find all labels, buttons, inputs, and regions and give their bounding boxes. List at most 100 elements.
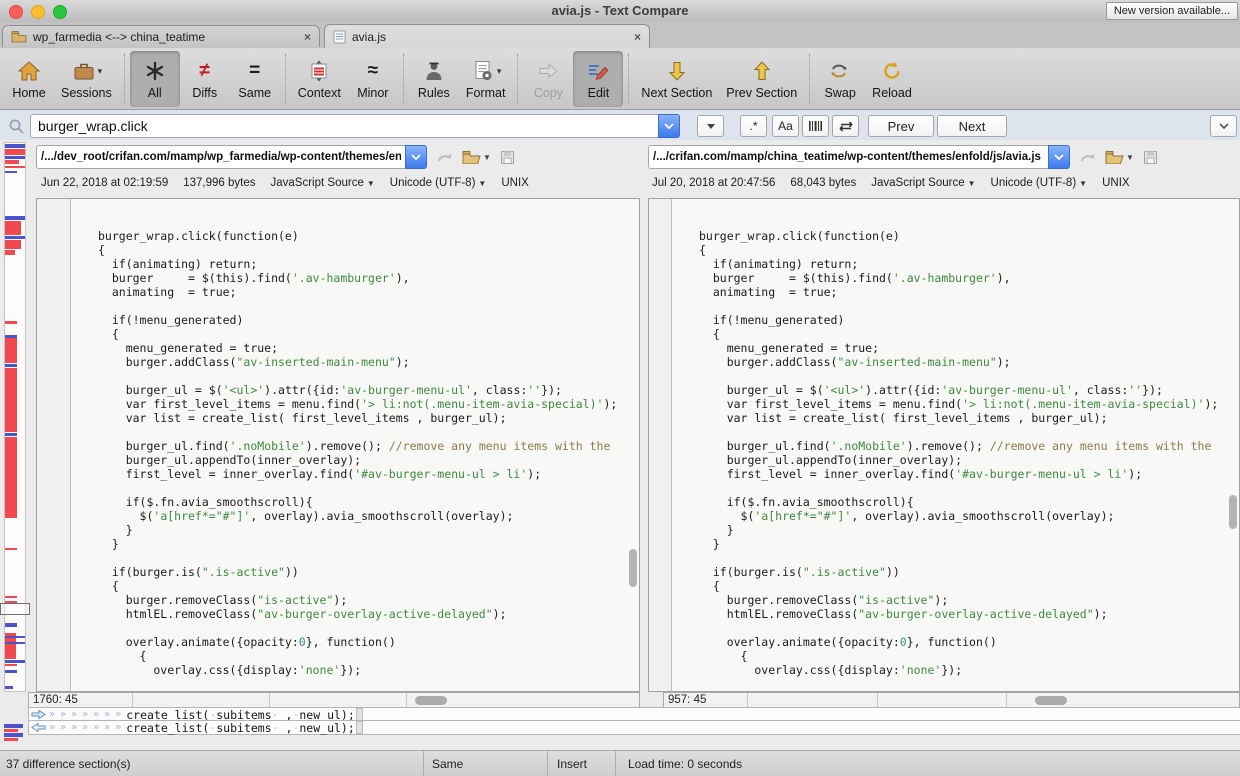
toolbar-separator [403,54,404,104]
left-path-dropdown[interactable] [405,145,427,169]
search-bar: .* Aa Prev Next [0,110,1240,143]
toolbar-button-minor[interactable]: ≈Minor [348,51,398,107]
scrollbar-thumb[interactable] [1035,696,1067,705]
right-code-pane[interactable]: burger_wrap.click(function(e){ if(animat… [648,198,1240,692]
left-file-controls: ▼ [36,145,515,169]
update-available-button[interactable]: New version available... [1106,2,1238,20]
toolbar-button-all[interactable]: All [130,51,180,107]
left-code-pane[interactable]: burger_wrap.click(function(e){ if(animat… [36,198,640,692]
toolbar-label: Swap [825,86,856,100]
search-panel-collapse-button[interactable] [1210,115,1237,137]
left-open-folder-button[interactable]: ▼ [462,150,491,164]
toolbar-button-sessions[interactable]: ▾Sessions [54,51,119,107]
diff-stripe-red [5,437,17,518]
toolbar-button-diffs[interactable]: ≠Diffs [180,51,230,107]
left-file-path-input[interactable] [36,145,405,169]
toolbar-button-swap[interactable]: Swap [815,51,865,107]
aligned-line-left[interactable]: »»»»»»»create_list(·subitems· ,·new_ul); [28,720,1240,735]
find-next-button[interactable]: Next [937,115,1007,137]
right-open-folder-button[interactable]: ▼ [1105,150,1134,164]
code-line: if(burger.is(".is-active")) [699,565,1227,579]
code-line: burger_ul = $('<ul>').attr({id:'av-burge… [699,383,1227,397]
wrap-search-toggle-button[interactable] [832,115,859,137]
toolbar-button-edit[interactable]: Edit [573,51,623,107]
right-path-dropdown[interactable] [1048,145,1070,169]
toolbar-button-rules[interactable]: Rules [409,51,459,107]
code-line: burger_ul.find('.noMobile').remove(); //… [699,439,1227,453]
toolbar-button-home[interactable]: Home [4,51,54,107]
comparison-state: Same [432,757,463,771]
code-line: burger.addClass("av-inserted-main-menu")… [98,355,627,369]
statusbar-divider [615,751,616,776]
left-pane-status: 1760: 45 [28,692,640,708]
scrollbar-thumb[interactable] [415,696,447,705]
regex-toggle-button[interactable]: .* [740,115,767,137]
code-line: { [98,327,627,341]
tab-label: avia.js [352,30,386,44]
search-input[interactable] [30,114,658,138]
toolbar-label: Next Section [641,86,712,100]
diff-stripe-blue [5,364,17,367]
code-line: } [699,523,1227,537]
scrollbar-thumb[interactable] [629,549,637,587]
text-compare-window: avia.js - Text Compare New version avail… [0,0,1240,776]
code-line [98,299,627,313]
right-cursor-position: 957: 45 [664,693,748,707]
right-encoding-dropdown[interactable]: Unicode (UTF-8)▼ [991,177,1088,189]
diff-stripe-blue [5,236,25,239]
code-line [699,299,1227,313]
left-vertical-scrollbar[interactable] [627,199,639,691]
toolbar-button-same[interactable]: =Same [230,51,280,107]
diff-stripe-red [5,596,17,598]
diff-map-viewport-indicator[interactable] [0,603,30,615]
right-file-path-input[interactable] [648,145,1048,169]
toolbar-button-context[interactable]: Context [291,51,348,107]
scrollbar-thumb[interactable] [1229,495,1237,529]
code-line [699,369,1227,383]
diff-stripe-red [5,368,17,432]
diff-stripe-red [5,664,17,666]
right-format-dropdown[interactable]: JavaScript Source▼ [871,177,975,189]
statusbar-divider [547,751,548,776]
toolbar-separator [517,54,518,104]
code-line: } [98,537,627,551]
match-case-toggle-button[interactable]: Aa [772,115,799,137]
close-tab-icon[interactable]: × [304,31,311,43]
tab-marker: » [93,722,99,733]
diff-stripe-blue [5,660,25,663]
detail-text: · [209,721,216,735]
arrow-down-icon [664,58,690,84]
diff-stripe-blue [5,144,25,148]
tab-avia-js[interactable]: avia.js × [324,24,650,48]
text-caret-mark [356,721,363,734]
toolbar-button-prev-section[interactable]: Prev Section [719,51,804,107]
search-menu-dropdown[interactable] [697,115,724,137]
close-tab-icon[interactable]: × [634,31,641,43]
toolbar-button-reload[interactable]: Reload [865,51,919,107]
diff-stripe-blue [5,623,17,627]
toolbar-separator [285,54,286,104]
right-horizontal-scrollbar[interactable] [1007,693,1239,707]
whole-word-toggle-button[interactable] [802,115,829,137]
code-line: if($.fn.avia_smoothscroll){ [98,495,627,509]
diff-stripe-blue [5,642,25,644]
code-line [98,369,627,383]
left-save-button [500,150,515,165]
code-line: if(animating) return; [699,257,1227,271]
left-encoding-dropdown[interactable]: Unicode (UTF-8)▼ [390,177,487,189]
diff-stripe-blue [5,171,17,173]
code-line: burger = $(this).find('.av-hamburger'), [98,271,627,285]
right-vertical-scrollbar[interactable] [1227,199,1239,691]
code-line: { [699,327,1227,341]
toolbar-button-format[interactable]: ▾Format [459,51,513,107]
status-bar: 37 difference section(s) Same Insert Loa… [0,750,1240,776]
diff-map-detail [4,724,26,744]
search-history-dropdown[interactable] [658,114,680,138]
left-format-dropdown[interactable]: JavaScript Source▼ [271,177,375,189]
tab-folder-session[interactable]: wp_farmedia <--> china_teatime × [2,25,320,47]
left-horizontal-scrollbar[interactable] [407,693,639,707]
find-prev-button[interactable]: Prev [868,115,934,137]
code-line: burger.removeClass("is-active"); [699,593,1227,607]
code-line: if(!menu_generated) [699,313,1227,327]
toolbar-button-next-section[interactable]: Next Section [634,51,719,107]
